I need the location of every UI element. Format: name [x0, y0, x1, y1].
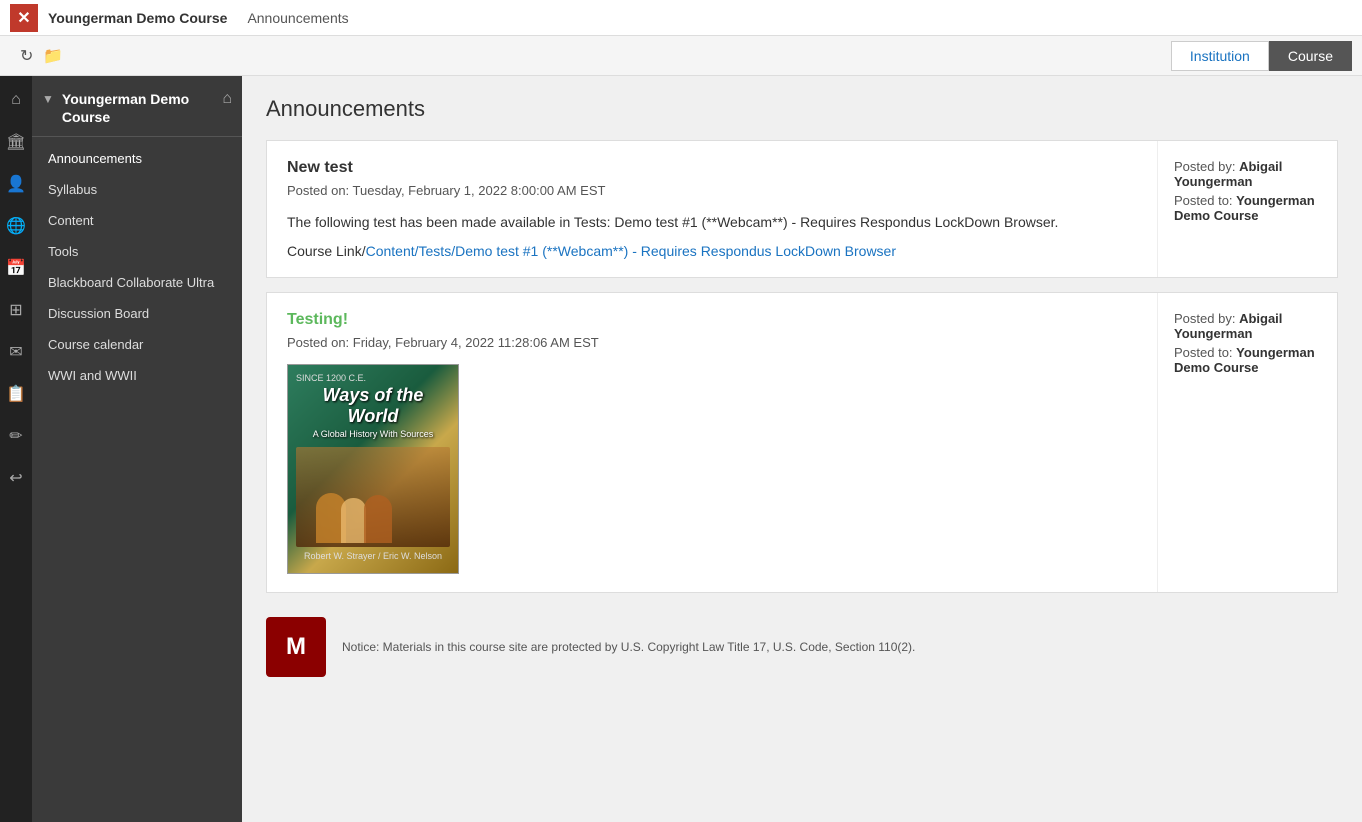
sidebar-item-wwi[interactable]: WWI and WWII	[32, 360, 242, 391]
close-button[interactable]: ✕	[10, 4, 38, 32]
sidebar-collapse-arrow[interactable]: ▼	[42, 92, 54, 106]
second-bar: ↻ 📁 Institution Course	[0, 36, 1362, 76]
top-bar-breadcrumb: Announcements	[247, 10, 348, 26]
edit-nav-icon[interactable]: ✏	[2, 422, 30, 450]
view-tab-group: Institution Course	[1171, 41, 1352, 71]
announcement-text-1: The following test has been made availab…	[287, 212, 1137, 233]
book-title: Ways of the World	[296, 385, 450, 427]
sidebar-nav: Announcements Syllabus Content Tools Bla…	[32, 137, 242, 391]
sidebar-home-icon[interactable]: ⌂	[222, 90, 232, 108]
footer-notice: M Notice: Materials in this course site …	[266, 607, 1338, 687]
course-tab[interactable]: Course	[1269, 41, 1352, 71]
institution-tab[interactable]: Institution	[1171, 41, 1269, 71]
announcement-meta-2: Posted by: Abigail Youngerman Posted to:…	[1157, 293, 1337, 592]
sidebar-item-syllabus[interactable]: Syllabus	[32, 174, 242, 205]
sidebar: ▼ Youngerman Demo Course ⌂ Announcements…	[32, 76, 242, 822]
posted-by-label-2: Posted by: Abigail Youngerman	[1174, 311, 1321, 341]
book-image: SINCE 1200 C.E. Ways of the World A Glob…	[287, 364, 459, 574]
book-authors: Robert W. Strayer / Eric W. Nelson	[304, 551, 442, 561]
top-bar: ✕ Youngerman Demo Course Announcements	[0, 0, 1362, 36]
sidebar-item-discussion[interactable]: Discussion Board	[32, 298, 242, 329]
home-nav-icon[interactable]: ⌂	[2, 86, 30, 114]
announcement-card-2: Testing! Posted on: Friday, February 4, …	[266, 292, 1338, 593]
notes-nav-icon[interactable]: 📋	[2, 380, 30, 408]
page-title: Announcements	[266, 96, 1338, 122]
sidebar-course-title: Youngerman Demo Course	[62, 90, 214, 126]
folder-icon[interactable]: 📁	[43, 46, 63, 66]
announcement-link-1[interactable]: Content/Tests/Demo test #1 (**Webcam**) …	[366, 243, 896, 259]
toolbar-icons: ↻ 📁	[10, 46, 63, 66]
posted-to-label-1: Posted to: Youngerman Demo Course	[1174, 193, 1321, 223]
posted-to-label-2: Posted to: Youngerman Demo Course	[1174, 345, 1321, 375]
calendar-nav-icon[interactable]: 📅	[2, 254, 30, 282]
sidebar-item-announcements[interactable]: Announcements	[32, 143, 242, 174]
back-nav-icon[interactable]: ↩	[2, 464, 30, 492]
content-area: Announcements New test Posted on: Tuesda…	[242, 76, 1362, 822]
announcement-link-prefix-1: Course Link/	[287, 243, 366, 259]
globe-nav-icon[interactable]: 🌐	[2, 212, 30, 240]
footer-logo: M	[266, 617, 326, 677]
sidebar-item-blackboard[interactable]: Blackboard Collaborate Ultra	[32, 267, 242, 298]
people-nav-icon[interactable]: 👤	[2, 170, 30, 198]
email-nav-icon[interactable]: ✉	[2, 338, 30, 366]
top-bar-course-title: Youngerman Demo Course	[48, 10, 227, 26]
announcement-meta-1: Posted by: Abigail Youngerman Posted to:…	[1157, 141, 1337, 277]
icon-nav: ⌂ 🏛 👤 🌐 📅 ⊞ ✉ 📋 ✏ ↩	[0, 76, 32, 822]
sidebar-item-content[interactable]: Content	[32, 205, 242, 236]
announcement-body-2: Testing! Posted on: Friday, February 4, …	[267, 293, 1157, 592]
sidebar-course-header: ▼ Youngerman Demo Course ⌂	[32, 76, 242, 137]
refresh-icon[interactable]: ↻	[20, 46, 33, 66]
book-since: SINCE 1200 C.E.	[296, 373, 450, 383]
book-subtitle: A Global History With Sources	[313, 429, 434, 439]
announcement-card: New test Posted on: Tuesday, February 1,…	[266, 140, 1338, 278]
sidebar-item-calendar[interactable]: Course calendar	[32, 329, 242, 360]
announcement-date-1: Posted on: Tuesday, February 1, 2022 8:0…	[287, 183, 1137, 198]
announcement-body: New test Posted on: Tuesday, February 1,…	[267, 141, 1157, 277]
posted-by-label-1: Posted by: Abigail Youngerman	[1174, 159, 1321, 189]
announcement-date-2: Posted on: Friday, February 4, 2022 11:2…	[287, 335, 1137, 350]
grid-nav-icon[interactable]: ⊞	[2, 296, 30, 324]
footer-notice-text: Notice: Materials in this course site ar…	[342, 638, 915, 656]
sidebar-item-tools[interactable]: Tools	[32, 236, 242, 267]
main-layout: ⌂ 🏛 👤 🌐 📅 ⊞ ✉ 📋 ✏ ↩ ▼ Youngerman Demo Co…	[0, 76, 1362, 822]
announcement-title-2: Testing!	[287, 311, 1137, 329]
announcement-title-1: New test	[287, 159, 1137, 177]
institution-nav-icon[interactable]: 🏛	[2, 128, 30, 156]
